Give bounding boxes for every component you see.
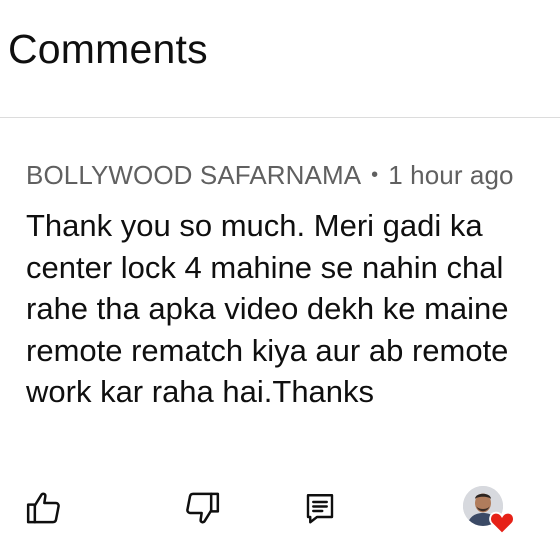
comment-author[interactable]: BOLLYWOOD SAFARNAMA bbox=[26, 160, 361, 190]
creator-heart-badge bbox=[460, 485, 518, 535]
thumbs-up-icon bbox=[26, 492, 60, 524]
comment-text-line: Thank you so much. Meri gadi ka bbox=[26, 208, 483, 243]
comment-text-line: rahe tha apka video dekh ke maine bbox=[26, 291, 509, 326]
meta-separator: • bbox=[371, 164, 379, 186]
reply-button[interactable] bbox=[298, 486, 342, 530]
comment-timestamp: 1 hour ago bbox=[388, 160, 514, 190]
comment-text-line: work kar raha hai.Thanks bbox=[26, 374, 375, 409]
comment-text-line: center lock 4 mahine se nahin chal bbox=[26, 249, 504, 285]
comments-header: Comments bbox=[0, 0, 560, 118]
comment-meta: BOLLYWOOD SAFARNAMA • 1 hour ago bbox=[26, 160, 514, 191]
comment-text-line: remote rematch kiya aur ab remote bbox=[26, 332, 509, 368]
comment-text: Thank you so much. Meri gadi ka center l… bbox=[26, 205, 560, 413]
dislike-button[interactable] bbox=[180, 486, 224, 530]
reply-icon bbox=[306, 494, 334, 524]
like-button[interactable] bbox=[22, 486, 66, 530]
heart-icon bbox=[489, 511, 515, 535]
page-title: Comments bbox=[8, 26, 208, 72]
thumbs-down-icon bbox=[186, 492, 220, 524]
